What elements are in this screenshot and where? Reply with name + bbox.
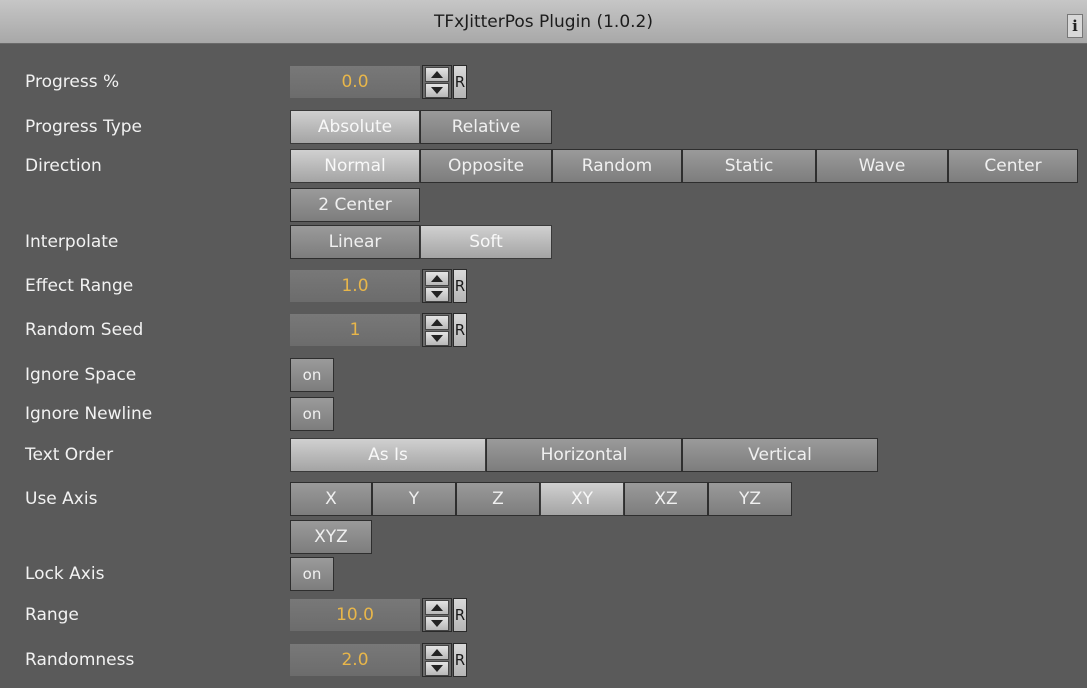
effect-range-spinner[interactable] (422, 269, 452, 303)
row-use-axis: Use Axis X Y Z XY XZ YZ (10, 481, 1082, 517)
direction-random-button[interactable]: Random (552, 149, 682, 183)
use-axis-xyz-button[interactable]: XYZ (290, 520, 372, 554)
increment-arrow-icon[interactable] (425, 315, 449, 330)
row-effect-range: Effect Range 1.0 R (10, 268, 1082, 304)
row-randomness: Randomness 2.0 R (10, 642, 1082, 678)
direction-2-center-button[interactable]: 2 Center (290, 188, 420, 222)
range-reset-button[interactable]: R (453, 598, 467, 632)
interpolate-label: Interpolate (25, 232, 119, 252)
use-axis-y-button[interactable]: Y (372, 482, 456, 516)
progress-field[interactable]: 0.0 (290, 66, 420, 98)
use-axis-z-button[interactable]: Z (456, 482, 540, 516)
info-icon[interactable]: i (1067, 14, 1083, 38)
effect-range-reset-button[interactable]: R (453, 269, 467, 303)
range-spinner[interactable] (422, 598, 452, 632)
decrement-arrow-icon[interactable] (425, 287, 449, 302)
progress-spinner[interactable] (422, 65, 452, 99)
row-direction-wrap: 2 Center (10, 187, 1082, 223)
random-seed-reset-button[interactable]: R (453, 313, 467, 347)
row-random-seed: Random Seed 1 R (10, 312, 1082, 348)
direction-label: Direction (25, 156, 102, 176)
use-axis-yz-button[interactable]: YZ (708, 482, 792, 516)
progress-label: Progress % (25, 72, 120, 92)
use-axis-xy-button[interactable]: XY (540, 482, 624, 516)
decrement-arrow-icon[interactable] (425, 331, 449, 346)
row-ignore-space: Ignore Space on (10, 357, 1082, 393)
randomness-field[interactable]: 2.0 (290, 644, 420, 676)
text-order-vertical-button[interactable]: Vertical (682, 438, 878, 472)
row-progress: Progress % 0.0 R (10, 64, 1082, 100)
progress-reset-button[interactable]: R (453, 65, 467, 99)
range-field[interactable]: 10.0 (290, 599, 420, 631)
row-text-order: Text Order As Is Horizontal Vertical (10, 437, 1082, 473)
lock-axis-label: Lock Axis (25, 564, 105, 584)
effect-range-field[interactable]: 1.0 (290, 270, 420, 302)
lock-axis-toggle[interactable]: on (290, 557, 334, 591)
title-bar: TFxJitterPos Plugin (1.0.2) i (0, 0, 1087, 44)
plugin-title: TFxJitterPos Plugin (1.0.2) (433, 12, 653, 32)
row-lock-axis: Lock Axis on (10, 556, 1082, 592)
use-axis-xz-button[interactable]: XZ (624, 482, 708, 516)
random-seed-label: Random Seed (25, 320, 144, 340)
row-interpolate: Interpolate Linear Soft (10, 224, 1082, 260)
row-use-axis-wrap: XYZ (10, 519, 1082, 555)
text-order-as-is-button[interactable]: As Is (290, 438, 486, 472)
increment-arrow-icon[interactable] (425, 271, 449, 286)
ignore-space-label: Ignore Space (25, 365, 137, 385)
direction-wave-button[interactable]: Wave (816, 149, 948, 183)
randomness-spinner[interactable] (422, 643, 452, 677)
plugin-panel: Progress % 0.0 R Progress Type Absolute … (10, 54, 1082, 686)
row-range: Range 10.0 R (10, 597, 1082, 633)
row-direction: Direction Normal Opposite Random Static … (10, 148, 1082, 184)
interpolate-soft-button[interactable]: Soft (420, 225, 552, 259)
ignore-newline-toggle[interactable]: on (290, 397, 334, 431)
decrement-arrow-icon[interactable] (425, 616, 449, 631)
row-progress-type: Progress Type Absolute Relative (10, 109, 1082, 145)
decrement-arrow-icon[interactable] (425, 661, 449, 676)
random-seed-spinner[interactable] (422, 313, 452, 347)
use-axis-x-button[interactable]: X (290, 482, 372, 516)
ignore-newline-label: Ignore Newline (25, 404, 153, 424)
range-label: Range (25, 605, 79, 625)
progress-type-label: Progress Type (25, 117, 142, 137)
direction-center-button[interactable]: Center (948, 149, 1078, 183)
direction-static-button[interactable]: Static (682, 149, 816, 183)
row-ignore-newline: Ignore Newline on (10, 396, 1082, 432)
progress-type-relative-button[interactable]: Relative (420, 110, 552, 144)
ignore-space-toggle[interactable]: on (290, 358, 334, 392)
use-axis-label: Use Axis (25, 489, 98, 509)
decrement-arrow-icon[interactable] (425, 83, 449, 98)
effect-range-label: Effect Range (25, 276, 134, 296)
randomness-reset-button[interactable]: R (453, 643, 467, 677)
increment-arrow-icon[interactable] (425, 600, 449, 615)
direction-normal-button[interactable]: Normal (290, 149, 420, 183)
direction-opposite-button[interactable]: Opposite (420, 149, 552, 183)
text-order-horizontal-button[interactable]: Horizontal (486, 438, 682, 472)
text-order-label: Text Order (25, 445, 114, 465)
random-seed-field[interactable]: 1 (290, 314, 420, 346)
interpolate-linear-button[interactable]: Linear (290, 225, 420, 259)
randomness-label: Randomness (25, 650, 135, 670)
increment-arrow-icon[interactable] (425, 67, 449, 82)
increment-arrow-icon[interactable] (425, 645, 449, 660)
progress-type-absolute-button[interactable]: Absolute (290, 110, 420, 144)
